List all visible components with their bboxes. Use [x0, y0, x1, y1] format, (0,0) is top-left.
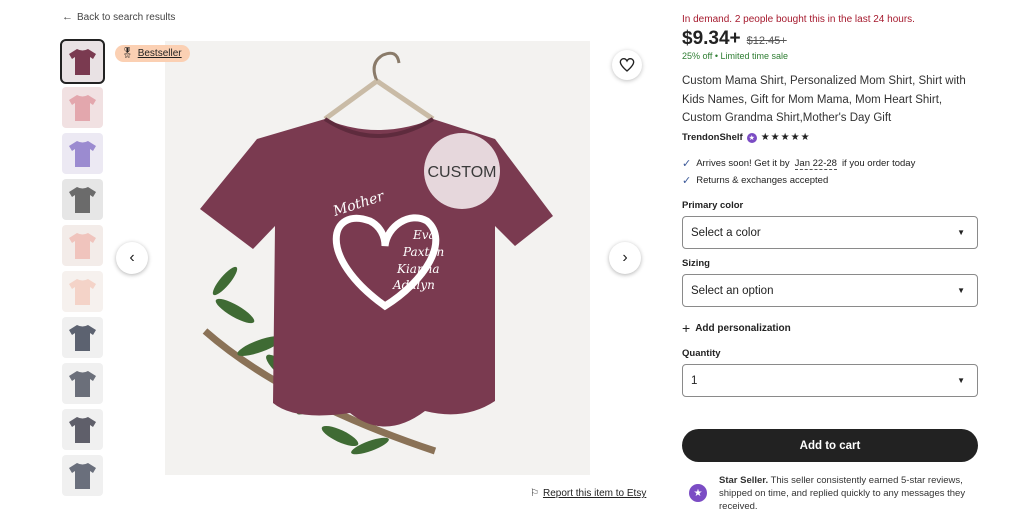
returns-info: ✓ Returns & exchanges accepted — [682, 174, 828, 187]
shirt-thumbnail-icon — [69, 371, 96, 397]
thumbnail[interactable] — [62, 455, 103, 496]
quantity-select[interactable]: 1 ▼ — [682, 364, 978, 397]
thumbnail[interactable] — [62, 87, 103, 128]
star-seller-title: Star Seller. — [719, 475, 769, 486]
price: $9.34+ — [682, 28, 741, 49]
original-price: $12.45+ — [746, 35, 787, 47]
quantity-label: Quantity — [682, 348, 721, 359]
sizing-value: Select an option — [691, 284, 774, 297]
quantity-value: 1 — [691, 374, 698, 387]
custom-label: CUSTOM — [427, 164, 496, 181]
shirt-illustration: CUSTOM Mother Eva Paxton Kianna Adalyn — [200, 51, 553, 455]
caret-down-icon: ▼ — [957, 376, 965, 385]
shirt-thumbnail-icon — [69, 95, 96, 121]
bestseller-badge[interactable]: 🎖 Bestseller — [115, 45, 190, 62]
sizing-select[interactable]: Select an option ▼ — [682, 274, 978, 307]
chevron-right-icon: › — [622, 249, 628, 266]
primary-color-value: Select a color — [691, 226, 761, 239]
add-to-cart-label: Add to cart — [799, 439, 861, 452]
demand-notice: In demand. 2 people bought this in the l… — [682, 14, 915, 25]
shirt-word-2: Paxton — [402, 245, 444, 259]
shirt-word-3: Kianna — [396, 262, 440, 276]
back-link-label: Back to search results — [77, 11, 176, 23]
shirt-thumbnail-icon — [69, 325, 96, 351]
previous-image-button[interactable]: ‹ — [116, 242, 148, 274]
product-title: Custom Mama Shirt, Personalized Mom Shir… — [682, 75, 966, 124]
shirt-thumbnail-icon — [69, 417, 96, 443]
thumbnail[interactable] — [60, 39, 105, 84]
arrow-left-icon: ← — [62, 11, 73, 23]
thumbnail-list — [60, 39, 105, 496]
next-image-button[interactable]: › — [609, 242, 641, 274]
arrival-date[interactable]: Jan 22-28 — [794, 158, 837, 170]
shirt-thumbnail-icon — [69, 279, 96, 305]
check-icon: ✓ — [682, 158, 692, 170]
thumbnail[interactable] — [62, 363, 103, 404]
add-personalization-button[interactable]: + Add personalization — [682, 320, 791, 336]
star-seller-icon: ★ — [746, 132, 757, 143]
thumbnail[interactable] — [62, 271, 103, 312]
report-label: Report this item to Etsy — [542, 488, 647, 499]
sizing-label: Sizing — [682, 258, 710, 269]
caret-down-icon: ▼ — [957, 286, 965, 295]
primary-color-label: Primary color — [682, 200, 744, 211]
back-to-search-link[interactable]: ← Back to search results — [62, 11, 175, 23]
favorite-button[interactable] — [612, 50, 642, 80]
main-product-image[interactable]: CUSTOM Mother Eva Paxton Kianna Adalyn — [165, 41, 590, 475]
chevron-left-icon: ‹ — [129, 249, 135, 266]
flag-icon: ⚐ — [530, 488, 539, 499]
shop-row: TrendonShelf ★ ★★★★★ — [682, 132, 811, 143]
arrives-suffix: if you order today — [841, 158, 916, 169]
award-icon: 🎖 — [121, 48, 134, 59]
discount-text: 25% off • Limited time sale — [682, 51, 789, 61]
returns-text: Returns & exchanges accepted — [696, 175, 829, 186]
shirt-thumbnail-icon — [69, 463, 96, 489]
shirt-thumbnail-icon — [69, 141, 96, 167]
shirt-thumbnail-icon — [69, 187, 96, 213]
shirt-thumbnail-icon — [69, 49, 96, 75]
star-seller-badge-icon: ★ — [689, 484, 707, 502]
bestseller-label: Bestseller — [137, 48, 182, 59]
rating-stars[interactable]: ★★★★★ — [761, 132, 811, 143]
check-icon: ✓ — [682, 175, 692, 187]
thumbnail[interactable] — [62, 409, 103, 450]
shop-name-link[interactable]: TrendonShelf — [682, 132, 743, 143]
plus-icon: + — [682, 320, 691, 336]
arrival-info: ✓ Arrives soon! Get it by Jan 22-28 if y… — [682, 157, 916, 171]
price-row: $9.34+ $12.45+ — [682, 28, 787, 50]
star-seller-info: ★ Star Seller. This seller consistently … — [682, 474, 978, 513]
shirt-word-1: Eva — [412, 228, 436, 242]
shirt-thumbnail-icon — [69, 233, 96, 259]
thumbnail[interactable] — [62, 225, 103, 266]
primary-color-select[interactable]: Select a color ▼ — [682, 216, 978, 249]
heart-icon — [619, 57, 635, 72]
star-seller-text: Star Seller. This seller consistently ea… — [719, 474, 978, 513]
shirt-word-4: Adalyn — [392, 278, 435, 292]
thumbnail[interactable] — [62, 133, 103, 174]
personalization-label: Add personalization — [695, 322, 791, 334]
report-item-link[interactable]: ⚐ Report this item to Etsy — [530, 488, 646, 499]
thumbnail[interactable] — [62, 317, 103, 358]
thumbnail[interactable] — [62, 179, 103, 220]
arrives-prefix: Arrives soon! Get it by — [696, 158, 790, 169]
add-to-cart-button[interactable]: Add to cart — [682, 429, 978, 462]
caret-down-icon: ▼ — [957, 228, 965, 237]
